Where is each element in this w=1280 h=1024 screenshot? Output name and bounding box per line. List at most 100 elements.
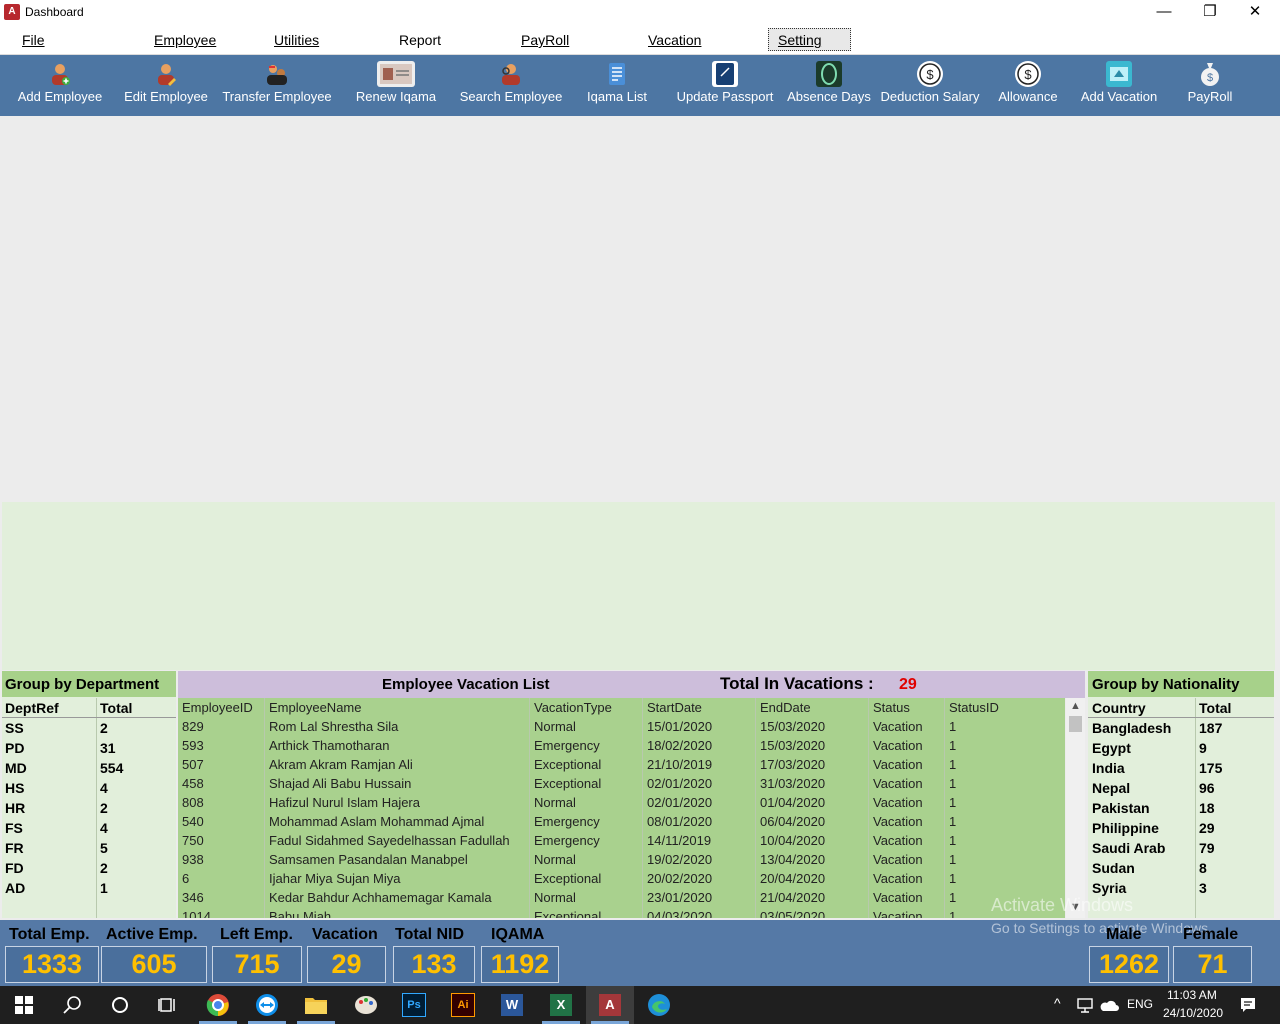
- edge-icon[interactable]: [646, 992, 672, 1018]
- vacation-row[interactable]: 6 Ijahar Miya Sujan Miya Exceptional 20/02/…: [178, 871, 1065, 890]
- department-column-divider: [96, 698, 97, 918]
- absence-days-button[interactable]: Absence Days: [784, 55, 874, 116]
- vacation-col-employee-name[interactable]: EmployeeName: [269, 700, 362, 715]
- update-passport-button[interactable]: Update Passport: [672, 55, 778, 116]
- vacation-cell-end-date: 17/03/2020: [760, 757, 826, 772]
- nationality-column-divider: [1195, 698, 1196, 918]
- vacation-col-employee-id[interactable]: EmployeeID: [182, 700, 253, 715]
- stat-value-total-nid: 133: [393, 946, 475, 983]
- vacation-cell-end-date: 06/04/2020: [760, 814, 826, 829]
- nationality-row-total: 96: [1199, 780, 1215, 796]
- vacation-cell-status: Vacation: [873, 757, 923, 772]
- menu-vacation[interactable]: Vacation: [648, 32, 701, 48]
- department-row-ref: HR: [5, 800, 26, 816]
- vacation-cell-status: Vacation: [873, 814, 923, 829]
- department-row-total: 2: [100, 860, 108, 876]
- activate-windows-watermark: Activate Windows: [991, 895, 1134, 915]
- payroll-button[interactable]: $ PayRoll: [1178, 55, 1242, 116]
- department-row-total: 5: [100, 840, 108, 856]
- vacation-row[interactable]: 540 Mohammad Aslam Mohammad Ajmal Emergenc…: [178, 814, 1065, 833]
- vacation-cell-vacation-type: Normal: [534, 852, 576, 867]
- nationality-row-country: Bangladesh: [1092, 720, 1172, 736]
- department-row-total: 554: [100, 760, 124, 776]
- search-icon[interactable]: [59, 992, 85, 1018]
- vacation-col-status-id[interactable]: StatusID: [949, 700, 999, 715]
- vacation-col-vacation-type[interactable]: VacationType: [534, 700, 612, 715]
- clock-date[interactable]: 24/10/2020: [1163, 1006, 1223, 1020]
- menu-file[interactable]: File: [22, 32, 45, 48]
- onedrive-icon[interactable]: [1096, 992, 1122, 1018]
- svg-text:$: $: [926, 67, 934, 82]
- vacation-cell-vacation-type: Emergency: [534, 738, 600, 753]
- stat-label-vacation: Vacation: [312, 926, 378, 943]
- stat-value-vacation: 29: [307, 946, 386, 983]
- iqama-list-button[interactable]: Iqama List: [580, 55, 654, 116]
- access-icon[interactable]: A: [597, 992, 623, 1018]
- menu-payroll[interactable]: PayRoll: [521, 32, 569, 48]
- menu-utilities[interactable]: Utilities: [274, 32, 319, 48]
- close-icon[interactable]: ✕: [1232, 0, 1278, 26]
- vacation-cell-status-id: 1: [949, 795, 957, 810]
- total-in-vacations-label: Total In Vacations :: [720, 674, 874, 693]
- vacation-row[interactable]: 507 Akram Akram Ramjan Ali Exceptional 21/1…: [178, 757, 1065, 776]
- vacation-row[interactable]: 458 Shajad Ali Babu Hussain Exceptional 02/…: [178, 776, 1065, 795]
- file-explorer-icon[interactable]: [303, 992, 329, 1018]
- vacation-cell-start-date: 23/01/2020: [647, 890, 713, 905]
- add-vacation-button[interactable]: Add Vacation: [1074, 55, 1164, 116]
- vacation-scrollbar[interactable]: ▲ ▼: [1066, 698, 1085, 918]
- chart-area: [2, 502, 1275, 670]
- restore-icon[interactable]: ❐: [1187, 0, 1233, 26]
- vacation-row[interactable]: 829 Rom Lal Shrestha Sila Normal 15/01/2020…: [178, 719, 1065, 738]
- task-view-icon[interactable]: [155, 992, 181, 1018]
- clock-time[interactable]: 11:03 AM: [1167, 988, 1217, 1002]
- windows-start-icon[interactable]: [11, 992, 37, 1018]
- vacation-cell-vacation-type: Normal: [534, 890, 576, 905]
- vacation-cell-vacation-type: Normal: [534, 719, 576, 734]
- vacation-cell-status: Vacation: [873, 795, 923, 810]
- word-icon[interactable]: W: [499, 992, 525, 1018]
- vacation-row[interactable]: 1014 Babu Miah Exceptional 04/03/2020 03/05/…: [178, 909, 1065, 918]
- teamviewer-icon[interactable]: [254, 992, 280, 1018]
- vacation-row[interactable]: 938 Samsamen Pasandalan Manabpel Normal 19/…: [178, 852, 1065, 871]
- vacation-cell-employee-name: Ijahar Miya Sujan Miya: [269, 871, 401, 886]
- department-row-total: 4: [100, 820, 108, 836]
- vacation-row[interactable]: 750 Fadul Sidahmed Sayedelhassan Fadullah…: [178, 833, 1065, 852]
- search-employee-button[interactable]: Search Employee: [454, 55, 568, 116]
- language-indicator[interactable]: ENG: [1127, 997, 1153, 1011]
- network-icon[interactable]: [1072, 992, 1098, 1018]
- department-row-ref: HS: [5, 780, 25, 796]
- deduction-salary-button[interactable]: $ Deduction Salary: [876, 55, 984, 116]
- edit-employee-button[interactable]: Edit Employee: [118, 55, 214, 116]
- cortana-icon[interactable]: [107, 992, 133, 1018]
- chrome-icon[interactable]: [205, 992, 231, 1018]
- notifications-icon[interactable]: [1235, 992, 1261, 1018]
- allowance-button[interactable]: $ Allowance: [992, 55, 1064, 116]
- minimize-icon[interactable]: —: [1141, 0, 1187, 26]
- vacation-col-end-date[interactable]: EndDate: [760, 700, 811, 715]
- vacation-col-start-date[interactable]: StartDate: [647, 700, 702, 715]
- renew-iqama-button[interactable]: Renew Iqama: [350, 55, 442, 116]
- department-title: Group by Department: [5, 676, 160, 693]
- add-employee-button[interactable]: Add Employee: [12, 55, 108, 116]
- money-minus-icon: $: [917, 61, 943, 87]
- scroll-thumb[interactable]: [1069, 716, 1082, 732]
- vacation-cell-vacation-type: Exceptional: [534, 757, 602, 772]
- vacation-row[interactable]: 593 Arthick Thamotharan Emergency 18/02/202…: [178, 738, 1065, 757]
- stat-label-left-emp: Left Emp.: [220, 926, 293, 943]
- stat-label-female: Female: [1183, 926, 1239, 943]
- vacation-col-status[interactable]: Status: [873, 700, 910, 715]
- vacation-row[interactable]: 346 Kedar Bahdur Achhamemagar Kamala Norma…: [178, 890, 1065, 909]
- menu-employee[interactable]: Employee: [154, 32, 216, 48]
- vacation-row[interactable]: 808 Hafizul Nurul Islam Hajera Normal 02/01…: [178, 795, 1065, 814]
- transfer-employee-button[interactable]: Transfer Employee: [216, 55, 338, 116]
- illustrator-icon[interactable]: Ai: [450, 992, 476, 1018]
- photoshop-icon[interactable]: Ps: [401, 992, 427, 1018]
- scroll-up-icon[interactable]: ▲: [1070, 700, 1081, 712]
- menu-setting[interactable]: Setting: [778, 32, 822, 48]
- vacation-table[interactable]: EmployeeID EmployeeName VacationType StartD…: [178, 698, 1065, 918]
- vacation-cell-vacation-type: Exceptional: [534, 776, 602, 791]
- excel-icon[interactable]: X: [548, 992, 574, 1018]
- paint-icon[interactable]: [353, 992, 379, 1018]
- menu-report[interactable]: Report: [399, 32, 441, 48]
- tray-overflow-icon[interactable]: ^: [1054, 995, 1061, 1011]
